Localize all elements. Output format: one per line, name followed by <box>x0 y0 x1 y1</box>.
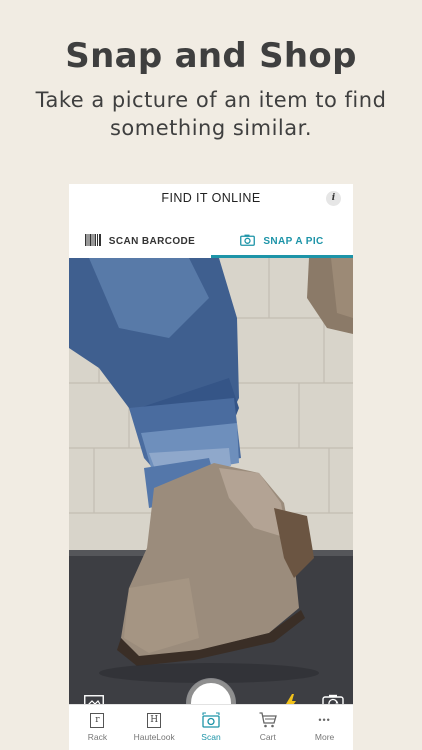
nav-label-hautelook: HauteLook <box>133 732 175 742</box>
flash-icon[interactable] <box>285 694 297 704</box>
cart-icon <box>259 711 277 729</box>
tab-snap-a-pic-label: SNAP A PIC <box>263 235 324 247</box>
camera-viewfinder[interactable] <box>69 258 353 704</box>
info-button[interactable]: i <box>326 191 341 206</box>
hautelook-icon: H <box>147 711 162 729</box>
nav-label-rack: Rack <box>87 732 108 742</box>
promo-headline: Snap and Shop <box>65 36 357 76</box>
nav-label-scan: Scan <box>201 732 221 742</box>
nav-label-more: More <box>314 732 335 742</box>
promo-subline: Take a picture of an item to find someth… <box>35 88 387 140</box>
nav-item-cart[interactable]: Cart <box>239 705 296 750</box>
phone-screen: FIND IT ONLINE i SCAN BARCODE SNAP A PIC… <box>69 184 353 750</box>
bottom-navigation: r Rack H HauteLook Scan Cart ••• More <box>69 704 353 750</box>
gallery-icon[interactable] <box>84 695 104 704</box>
nav-item-hautelook[interactable]: H HauteLook <box>126 705 183 750</box>
scan-mode-tabs: SCAN BARCODE SNAP A PIC <box>69 224 353 258</box>
flip-camera-icon[interactable] <box>322 694 344 704</box>
camera-icon <box>240 234 256 249</box>
tab-snap-a-pic[interactable]: SNAP A PIC <box>211 224 353 258</box>
nav-item-scan[interactable]: Scan <box>183 705 240 750</box>
nav-item-rack[interactable]: r Rack <box>69 705 126 750</box>
barcode-icon <box>84 233 101 249</box>
rack-icon: r <box>90 711 105 729</box>
tab-scan-barcode-label: SCAN BARCODE <box>108 235 196 247</box>
nav-item-more[interactable]: ••• More <box>296 705 353 750</box>
nav-label-cart: Cart <box>259 732 276 742</box>
top-bar: FIND IT ONLINE i <box>69 184 353 214</box>
scan-icon <box>202 711 220 729</box>
more-icon: ••• <box>318 715 331 725</box>
page-title: FIND IT ONLINE <box>161 191 261 205</box>
tab-scan-barcode[interactable]: SCAN BARCODE <box>69 224 211 258</box>
